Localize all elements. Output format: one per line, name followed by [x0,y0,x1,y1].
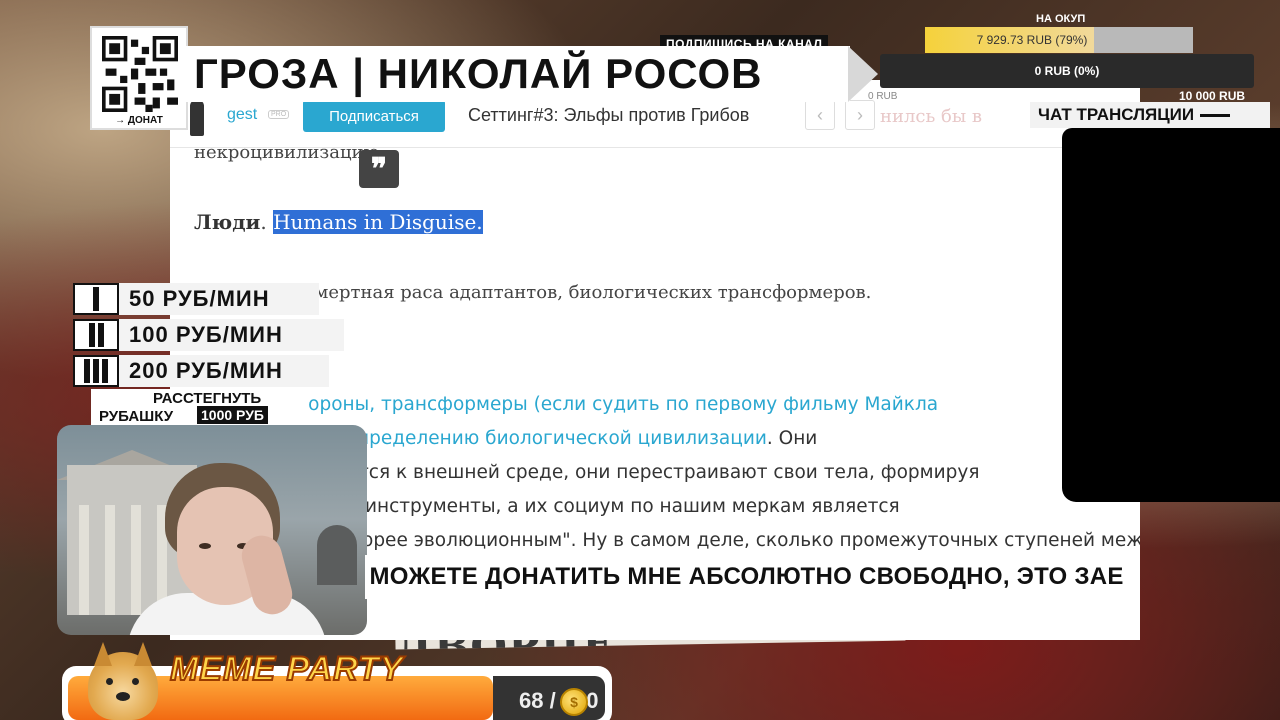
people-link-selected[interactable]: Humans in Disguise. [273,210,483,234]
subscribe-button[interactable]: Подписаться [303,100,445,132]
tier-price: 100 РУБ/МИН [119,319,344,351]
article-line2-tail: . Они [766,428,818,449]
prev-article-button[interactable]: ‹ [805,100,835,130]
people-paragraph: Люди. Humans in Disguise. [194,210,483,234]
donation-tiers: 50 РУБ/МИН 100 РУБ/МИН 200 РУБ/МИН [73,282,353,388]
tier-roman-icon [73,319,119,351]
chevron-left-icon: ‹ [817,104,823,125]
meme-party-title: MEME PARTY [169,649,404,689]
goal-zero-label: 0 RUB [868,91,898,102]
people-label: Люди [194,210,261,234]
chat-panel [1062,128,1280,502]
goal-caption: НА ОКУП [1036,13,1086,25]
qr-donate-label: → ДОНАТ [115,115,163,126]
tier-row: 100 РУБ/МИН [73,318,353,352]
chat-header: ЧАТ ТРАНСЛЯЦИИ [1030,102,1270,128]
donate-qr-code: → ДОНАТ [90,26,188,130]
article-line-necro: некроцивилизацию. [194,142,385,163]
pro-badge: PRO [268,110,290,119]
chat-title: ЧАТ ТРАНСЛЯЦИИ [1038,105,1195,124]
goal-total-label: 10 000 RUB [1179,89,1246,103]
chat-dash-decoration [1200,113,1231,117]
qr-code-icon [102,36,178,112]
author-username[interactable]: gest [227,106,257,124]
stream-title-banner: ГРОЗА | НИКОЛАЙ РОСОВ [186,46,850,102]
cam-column [105,505,115,615]
ticker-text: И МОЖЕТЕ ДОНАТИТЬ МНЕ АБСОЛЮТНО СВОБОДНО… [365,563,1124,590]
cam-dome [317,525,357,585]
cam-column [79,505,89,615]
goal-progress-text: 7 929.73 RUB (79%) [976,33,1088,47]
article-title: Сеттинг#3: Эльфы против Грибов [468,105,750,125]
people-period: . [260,210,274,234]
nav-faded-text: нилсь бы в [880,106,983,127]
webcam-feed [57,425,367,635]
goal-progress-primary: 7 929.73 RUB (79%) [925,27,1193,53]
tier-row: 50 РУБ/МИН [73,282,353,316]
chevron-right-icon: › [857,104,863,125]
cam-column [131,505,141,615]
shirt-price: 1000 РУБ [197,406,268,424]
stream-title: ГРОЗА | НИКОЛАЙ РОСОВ [194,50,763,97]
coin-icon: $ [560,688,588,716]
tier-roman-icon [73,355,119,387]
tier-price: 50 РУБ/МИН [119,283,319,315]
streamer-eye [199,543,211,549]
shirt-line1: РАССТЕГНУТЬ [153,390,262,407]
doge-icon [88,642,158,720]
goal-progress-secondary: 0 RUB (0%) [880,54,1254,88]
quote-icon: ❞ [370,151,388,187]
tier-row: 200 РУБ/МИН [73,354,353,388]
next-article-button[interactable]: › [845,100,875,130]
scrolling-ticker: И МОЖЕТЕ ДОНАТИТЬ МНЕ АБСОЛЮТНО СВОБОДНО… [365,555,1137,599]
quote-button[interactable]: ❞ [359,150,399,188]
shirt-line2: РУБАШКУ [99,408,174,425]
shirt-donation-goal: РАССТЕГНУТЬ РУБАШКУ 1000 РУБ [91,389,309,429]
tier-roman-icon [73,283,119,315]
author-avatar[interactable] [190,100,204,136]
tier-price: 200 РУБ/МИН [119,355,329,387]
